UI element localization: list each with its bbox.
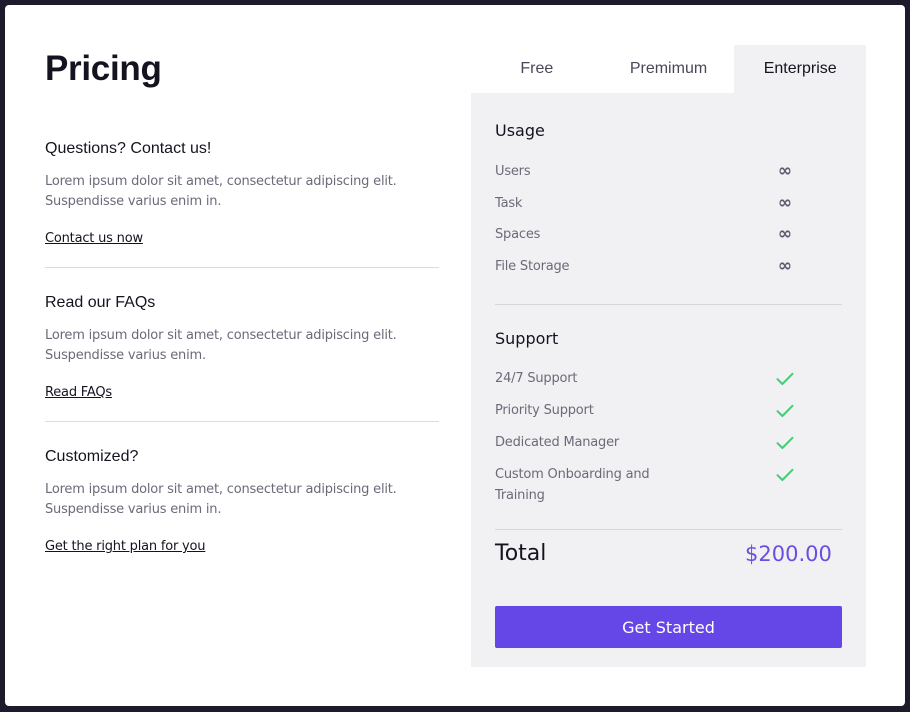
- right-plan-link[interactable]: Get the right plan for you: [45, 540, 206, 553]
- section-heading: Customized?: [45, 448, 139, 465]
- divider: [495, 529, 842, 530]
- plan-tabs: Free Premimum Enterprise: [471, 45, 867, 93]
- page-title: Pricing: [45, 49, 162, 88]
- feature-label: Task: [495, 196, 523, 211]
- check-icon: [767, 400, 803, 421]
- usage-row-spaces: Spaces ∞: [495, 224, 842, 245]
- info-column: Pricing Questions? Contact us! Lorem ips…: [45, 43, 439, 553]
- support-title: Support: [495, 329, 559, 348]
- infinity-icon: ∞: [777, 161, 793, 181]
- check-icon: [767, 368, 803, 389]
- divider: [45, 421, 439, 422]
- pricing-card: Pricing Questions? Contact us! Lorem ips…: [5, 5, 905, 706]
- total-label: Total: [495, 541, 547, 566]
- infinity-icon: ∞: [777, 256, 793, 276]
- support-row-priority: Priority Support: [495, 400, 842, 421]
- feature-label: Custom Onboarding and Training: [495, 467, 650, 503]
- contact-us-link[interactable]: Contact us now: [45, 232, 143, 245]
- check-icon: [767, 464, 803, 485]
- feature-label: 24/7 Support: [495, 371, 578, 386]
- infinity-icon: ∞: [777, 193, 793, 213]
- support-row-dedicated-manager: Dedicated Manager: [495, 432, 842, 453]
- feature-label: Spaces: [495, 227, 541, 242]
- feature-label: Users: [495, 164, 531, 179]
- feature-label: File Storage: [495, 259, 570, 274]
- contact-section: Questions? Contact us! Lorem ipsum dolor…: [45, 141, 439, 247]
- infinity-icon: ∞: [777, 224, 793, 244]
- faq-section: Read our FAQs Lorem ipsum dolor sit amet…: [45, 295, 439, 401]
- customized-section: Customized? Lorem ipsum dolor sit amet, …: [45, 449, 439, 555]
- usage-title: Usage: [495, 121, 545, 140]
- divider: [495, 304, 842, 305]
- total-price: $200.00: [745, 542, 832, 566]
- section-body: Lorem ipsum dolor sit amet, consectetur …: [45, 174, 397, 209]
- divider: [45, 267, 439, 268]
- section-body: Lorem ipsum dolor sit amet, consectetur …: [45, 328, 397, 363]
- section-heading: Read our FAQs: [45, 294, 156, 311]
- usage-row-file-storage: File Storage ∞: [495, 256, 842, 277]
- feature-label: Dedicated Manager: [495, 435, 620, 450]
- tab-free[interactable]: Free: [471, 45, 603, 93]
- read-faqs-link[interactable]: Read FAQs: [45, 386, 112, 399]
- section-heading: Questions? Contact us!: [45, 140, 212, 157]
- get-started-button[interactable]: Get Started: [495, 606, 842, 648]
- plan-details-panel: Usage Users ∞ Task ∞ Spaces ∞ File Stora…: [471, 93, 866, 667]
- section-body: Lorem ipsum dolor sit amet, consectetur …: [45, 482, 397, 517]
- support-row-24-7: 24/7 Support: [495, 368, 842, 389]
- tab-premium[interactable]: Premimum: [603, 45, 735, 93]
- usage-row-task: Task ∞: [495, 193, 842, 214]
- support-row-onboarding: Custom Onboarding and Training: [495, 464, 842, 506]
- check-icon: [767, 432, 803, 453]
- tab-enterprise[interactable]: Enterprise: [734, 45, 867, 93]
- feature-label: Priority Support: [495, 403, 594, 418]
- usage-row-users: Users ∞: [495, 161, 842, 182]
